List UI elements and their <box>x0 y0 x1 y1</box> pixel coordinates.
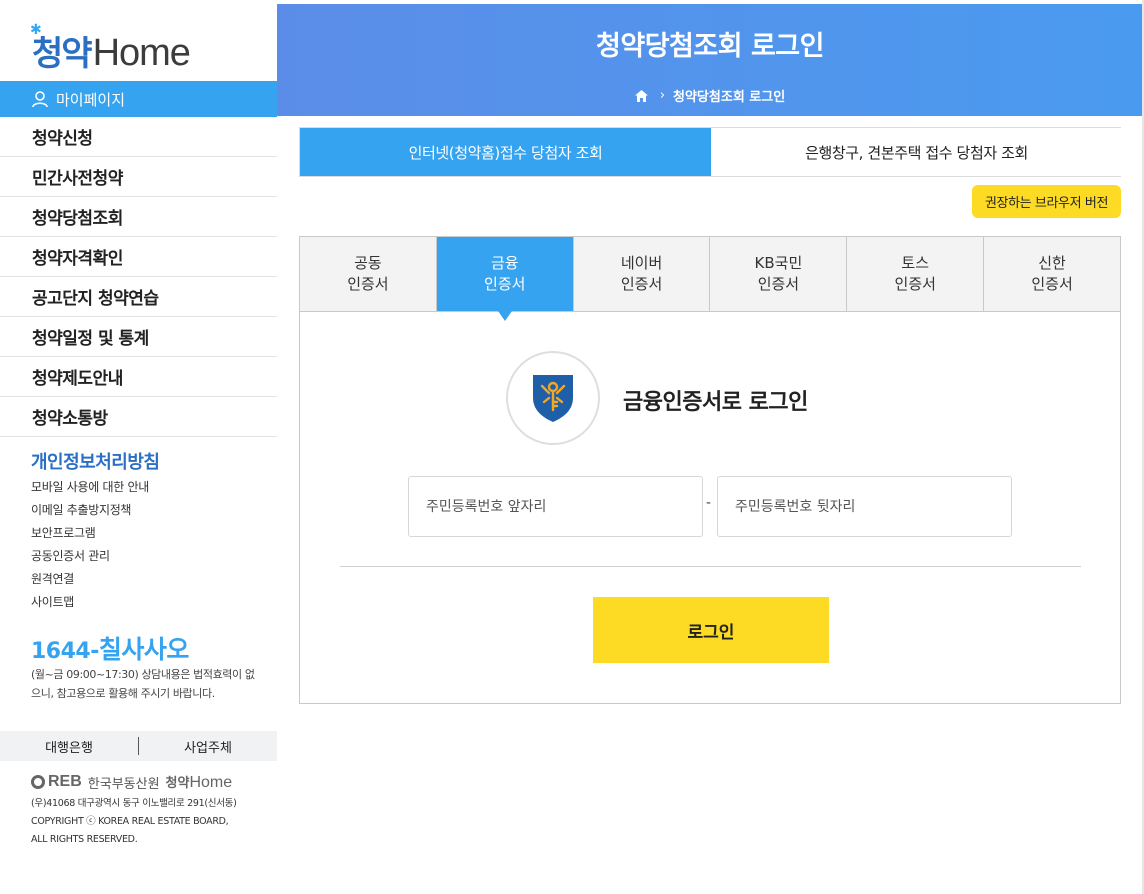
breadcrumb: › 청약당첨조회 로그인 <box>277 86 1143 105</box>
menu-item[interactable]: 청약당첨조회 <box>0 197 277 237</box>
menu-item[interactable]: 청약소통방 <box>0 397 277 437</box>
page-title: 청약당첨조회 로그인 <box>596 31 824 62</box>
menu-item[interactable]: 청약신청 <box>0 117 277 157</box>
org-logos: REB 한국부동산원 청약Home <box>31 772 232 792</box>
mypage-label: 마이페이지 <box>56 90 126 109</box>
resident-number-front-input[interactable] <box>408 476 703 537</box>
agent-bank-link[interactable]: 대행은행 <box>0 737 138 756</box>
footer-tabs: 대행은행 사업주체 <box>0 731 277 761</box>
call-center-number: 1644-칠사사오 <box>31 630 189 666</box>
logo-star-icon: ✱ <box>30 22 42 38</box>
divider <box>340 566 1081 567</box>
tab-bank-lookup[interactable]: 은행창구, 견본주택 접수 당첨자 조회 <box>711 128 1122 176</box>
copyright-line: COPYRIGHT ⓒ KOREA REAL ESTATE BOARD, <box>31 816 229 827</box>
mypage-link[interactable]: 마이페이지 <box>0 81 277 117</box>
user-icon <box>32 90 48 107</box>
reb-logo: REB <box>31 773 82 791</box>
tab-financial-cert[interactable]: 금융 인증서 <box>436 237 574 321</box>
privacy-policy-link[interactable]: 개인정보처리방침 <box>31 448 160 474</box>
sub-link[interactable]: 사이트맵 <box>31 593 149 616</box>
menu-item[interactable]: 공고단지 청약연습 <box>0 277 277 317</box>
business-entity-link[interactable]: 사업주체 <box>139 737 277 756</box>
phone-word: 칠사사오 <box>98 635 190 664</box>
resident-number-back-input[interactable] <box>717 476 1012 537</box>
copyright-line: ALL RIGHTS RESERVED. <box>31 834 138 845</box>
login-heading: 금융인증서로 로그인 <box>623 390 808 415</box>
phone-prefix: 1644- <box>31 639 99 664</box>
home-icon[interactable] <box>634 89 648 102</box>
tab-internet-lookup[interactable]: 인터넷(청약홈)접수 당첨자 조회 <box>300 128 711 176</box>
tab-joint-cert[interactable]: 공동 인증서 <box>300 237 437 311</box>
sidebar: ✱ 청약 Home 마이페이지 청약신청 민간사전청약 청약당첨조회 청약자격확… <box>0 0 277 894</box>
login-button[interactable]: 로그인 <box>593 597 829 663</box>
breadcrumb-current: 청약당첨조회 로그인 <box>673 90 786 105</box>
sub-links: 모바일 사용에 대한 안내 이메일 추출방지정책 보안프로그램 공동인증서 관리… <box>31 478 149 616</box>
menu-item[interactable]: 민간사전청약 <box>0 157 277 197</box>
reb-ring-icon <box>31 775 45 789</box>
org-home-logo: 청약Home <box>165 774 233 791</box>
org-name: 한국부동산원 <box>87 776 160 792</box>
recommended-browser-button[interactable]: 권장하는 브라우저 버전 <box>972 185 1121 218</box>
tab-shinhan-cert[interactable]: 신한 인증서 <box>984 237 1120 311</box>
main-menu: 청약신청 민간사전청약 청약당첨조회 청약자격확인 공고단지 청약연습 청약일정… <box>0 117 277 437</box>
tab-kb-cert[interactable]: KB국민 인증서 <box>710 237 848 311</box>
logo-english: Home <box>92 32 191 74</box>
page-header: 청약당첨조회 로그인 › 청약당첨조회 로그인 <box>277 4 1143 116</box>
call-center-note: (월~금 09:00~17:30) 상담내용은 법적효력이 없으니, 참고용으로… <box>31 668 255 700</box>
sub-link[interactable]: 이메일 추출방지정책 <box>31 501 149 524</box>
financial-cert-badge <box>506 351 600 445</box>
shield-key-icon <box>533 375 573 422</box>
sub-link[interactable]: 보안프로그램 <box>31 524 149 547</box>
menu-item[interactable]: 청약자격확인 <box>0 237 277 277</box>
resident-number-separator: - <box>706 495 712 511</box>
tab-toss-cert[interactable]: 토스 인증서 <box>847 237 985 311</box>
address-block: (우)41068 대구광역시 동구 이노밸리로 291(신서동) COPYRIG… <box>31 795 237 849</box>
chevron-right-icon: › <box>659 88 666 103</box>
menu-item[interactable]: 청약일정 및 통계 <box>0 317 277 357</box>
address-line: (우)41068 대구광역시 동구 이노밸리로 291(신서동) <box>31 798 237 809</box>
menu-item[interactable]: 청약제도안내 <box>0 357 277 397</box>
sub-link[interactable]: 공동인증서 관리 <box>31 547 149 570</box>
tab-naver-cert[interactable]: 네이버 인증서 <box>573 237 711 311</box>
certificate-tabs: 공동 인증서 금융 인증서 네이버 인증서 KB국민 인증서 토스 인증서 신한 인증서 <box>300 237 1120 321</box>
site-logo[interactable]: ✱ 청약 Home <box>30 22 191 74</box>
sub-link[interactable]: 원격연결 <box>31 570 149 593</box>
lookup-type-tabs: 인터넷(청약홈)접수 당첨자 조회 은행창구, 견본주택 접수 당첨자 조회 <box>299 127 1122 177</box>
sub-link[interactable]: 모바일 사용에 대한 안내 <box>31 478 149 501</box>
certificate-login-panel: 공동 인증서 금융 인증서 네이버 인증서 KB국민 인증서 토스 인증서 신한 인증서 <box>299 236 1121 704</box>
